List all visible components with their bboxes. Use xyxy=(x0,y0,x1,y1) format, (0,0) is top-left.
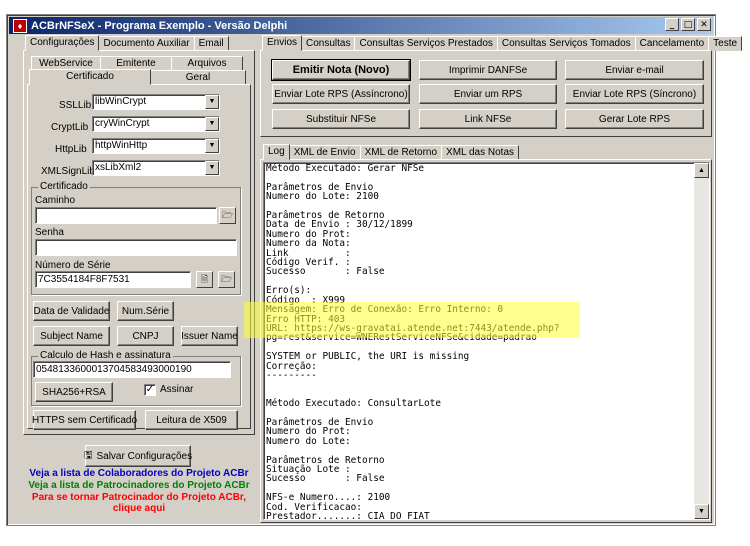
tab-envios[interactable]: Envios xyxy=(262,35,303,51)
salvar-label: Salvar Configurações xyxy=(96,450,193,462)
assinar-label: Assinar xyxy=(160,384,194,395)
serie-label: Número de Série xyxy=(35,260,111,271)
tab-geral[interactable]: Geral xyxy=(150,70,246,85)
log-text: Método Executado: Gerar NFSe Parâmetros … xyxy=(266,163,560,520)
cryptlib-select[interactable]: cryWinCrypt ▼ xyxy=(92,116,220,132)
emitir-nota-button[interactable]: Emitir Nota (Novo) xyxy=(271,59,411,81)
window-title: ACBrNFSeX - Programa Exemplo - Versão De… xyxy=(31,19,288,32)
cryptlib-value: cryWinCrypt xyxy=(95,118,150,129)
ssllib-value: libWinCrypt xyxy=(95,96,147,107)
certificate-lookup-icon[interactable]: 🗎 xyxy=(196,271,213,288)
caminho-label: Caminho xyxy=(35,195,76,206)
tab-consultas-tomados[interactable]: Consultas Serviços Tomados xyxy=(496,36,636,51)
ssllib-label: SSLLib xyxy=(59,100,92,111)
hash-group-title: Calculo de Hash e assinatura xyxy=(38,350,173,361)
right-tabs: Envios Consultas Consultas Serviços Pres… xyxy=(262,35,743,51)
highlight-mark xyxy=(244,302,580,338)
tab-xml-retorno[interactable]: XML de Retorno xyxy=(359,145,443,160)
left-tabs: Configurações Documento Auxiliar Email xyxy=(25,35,229,51)
save-icon: 🖫 xyxy=(83,449,93,461)
enviar-lote-assincrono-button[interactable]: Enviar Lote RPS (Assíncrono) xyxy=(272,84,410,104)
subject-name-button[interactable]: Subject Name xyxy=(33,326,110,346)
xmlsignlib-select[interactable]: xsLibXml2 ▼ xyxy=(92,160,220,176)
httplib-select[interactable]: httpWinHttp ▼ xyxy=(92,138,220,154)
senha-field[interactable] xyxy=(35,239,237,256)
substituir-nfse-button[interactable]: Substituir NFSe xyxy=(272,109,410,129)
app-icon: ♦ xyxy=(13,18,27,33)
imprimir-danfse-button[interactable]: Imprimir DANFSe xyxy=(419,60,557,80)
log-scrollbar[interactable]: ▲ ▼ xyxy=(694,163,709,519)
clique-aqui-link[interactable]: clique aqui xyxy=(17,503,261,514)
tab-email[interactable]: Email xyxy=(193,36,229,51)
ssllib-select[interactable]: libWinCrypt ▼ xyxy=(92,94,220,110)
close-icon[interactable]: ✕ xyxy=(697,18,711,31)
tornar-patrocinador-link[interactable]: Para se tornar Patrocinador do Projeto A… xyxy=(17,492,261,503)
httplib-label: HttpLib xyxy=(55,144,87,155)
sha256-button[interactable]: SHA256+RSA xyxy=(35,382,113,402)
tab-consultas[interactable]: Consultas xyxy=(301,36,356,51)
enviar-email-button[interactable]: Enviar e-mail xyxy=(565,60,704,80)
minimize-icon[interactable]: _ xyxy=(665,18,679,31)
https-button[interactable]: HTTPS sem Certificado xyxy=(32,410,137,430)
maximize-icon[interactable]: □ xyxy=(681,18,695,31)
tab-documento-auxiliar[interactable]: Documento Auxiliar xyxy=(98,36,195,51)
chevron-down-icon[interactable]: ▼ xyxy=(205,117,219,131)
folder-open-icon[interactable]: 🗁 xyxy=(219,207,236,224)
certificate-open-icon[interactable]: 🗁 xyxy=(218,271,235,288)
serie-field[interactable]: 7C3554184F8F7531 xyxy=(35,271,191,288)
log-memo[interactable]: Método Executado: Gerar NFSe Parâmetros … xyxy=(263,162,710,520)
certificado-group-title: Certificado xyxy=(38,181,90,192)
chevron-down-icon[interactable]: ▼ xyxy=(205,139,219,153)
tab-teste[interactable]: Teste xyxy=(708,36,743,51)
xmlsignlib-label: XMLSignLib xyxy=(41,166,95,177)
gerar-lote-rps-button[interactable]: Gerar Lote RPS xyxy=(565,109,704,129)
xmlsignlib-value: xsLibXml2 xyxy=(95,162,142,173)
tab-consultas-prestados[interactable]: Consultas Serviços Prestados xyxy=(354,36,498,51)
scroll-up-icon[interactable]: ▲ xyxy=(694,163,709,178)
patrocinadores-link[interactable]: Veja a lista de Patrocinadores do Projet… xyxy=(17,480,261,491)
senha-label: Senha xyxy=(35,227,64,238)
data-validade-button[interactable]: Data de Validade xyxy=(33,301,110,321)
link-nfse-button[interactable]: Link NFSe xyxy=(419,109,557,129)
assinar-checkbox[interactable]: ✓ xyxy=(144,384,156,396)
tab-configuracoes[interactable]: Configurações xyxy=(25,35,100,51)
main-window: ♦ ACBrNFSeX - Programa Exemplo - Versão … xyxy=(6,14,743,526)
tab-xml-envio[interactable]: XML de Envio xyxy=(288,145,361,160)
enviar-um-rps-button[interactable]: Enviar um RPS xyxy=(419,84,557,104)
hash-input[interactable]: 05481336000137045834930001​90 xyxy=(33,361,231,378)
chevron-down-icon[interactable]: ▼ xyxy=(205,161,219,175)
tab-cancelamento[interactable]: Cancelamento xyxy=(634,36,710,51)
subtabs-row2: Certificado Geral xyxy=(29,69,246,85)
enviar-lote-sincrono-button[interactable]: Enviar Lote RPS (Síncrono) xyxy=(565,84,704,104)
colaboradores-link[interactable]: Veja a lista de Colaboradores do Projeto… xyxy=(17,468,261,479)
chevron-down-icon[interactable]: ▼ xyxy=(205,95,219,109)
caminho-field[interactable] xyxy=(35,207,217,224)
leitura-x509-button[interactable]: Leitura de X509 xyxy=(145,410,238,430)
salvar-configuracoes-button[interactable]: 🖫 Salvar Configurações xyxy=(83,445,193,467)
cnpj-button[interactable]: CNPJ xyxy=(117,326,174,346)
cryptlib-label: CryptLib xyxy=(51,122,89,133)
tab-xml-notas[interactable]: XML das Notas xyxy=(441,145,520,160)
tab-certificado[interactable]: Certificado xyxy=(29,69,151,85)
httplib-value: httpWinHttp xyxy=(95,140,148,151)
issuer-name-button[interactable]: Issuer Name xyxy=(181,326,238,346)
num-serie-button[interactable]: Num.Série xyxy=(117,301,174,321)
log-tabs: Log XML de Envio XML de Retorno XML das … xyxy=(263,144,520,160)
tab-log[interactable]: Log xyxy=(263,144,290,160)
title-bar[interactable]: ♦ ACBrNFSeX - Programa Exemplo - Versão … xyxy=(9,17,713,34)
scroll-down-icon[interactable]: ▼ xyxy=(694,504,709,519)
